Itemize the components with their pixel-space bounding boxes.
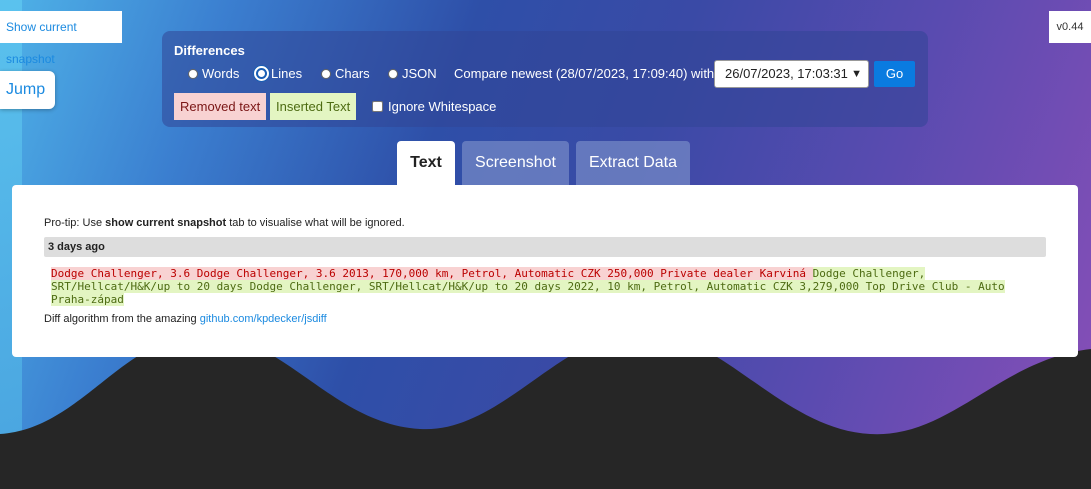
ignore-whitespace-checkbox[interactable] [372, 101, 383, 112]
differences-title: Differences [174, 43, 245, 58]
mode-option-words[interactable]: Words [188, 66, 239, 81]
go-button[interactable]: Go [874, 61, 915, 87]
compare-date-value: 26/07/2023, 17:03:31 [725, 66, 848, 81]
mode-label-words: Words [202, 66, 240, 81]
protip-bold: show current snapshot [105, 217, 227, 229]
mode-option-chars[interactable]: Chars [321, 66, 370, 81]
removed-text-legend: Removed text [174, 93, 267, 120]
protip-prefix: Pro-tip: Use [44, 217, 106, 229]
radio-chars[interactable] [321, 68, 331, 79]
jump-button[interactable]: Jump [0, 71, 55, 109]
credit-prefix: Diff algorithm from the amazing [44, 313, 200, 325]
compare-date-select[interactable]: 26/07/2023, 17:03:31 ▼ [714, 60, 869, 88]
mode-label-lines: Lines [271, 66, 303, 81]
tab-screenshot[interactable]: Screenshot [462, 141, 569, 185]
ignore-whitespace-label: Ignore Whitespace [388, 99, 497, 114]
radio-lines[interactable] [256, 68, 267, 79]
radio-json[interactable] [388, 68, 398, 79]
mode-option-json[interactable]: JSON [388, 66, 437, 81]
removed-diff-text: Dodge Challenger, 3.6 Dodge Challenger, … [51, 267, 813, 280]
mode-label-json: JSON [402, 66, 437, 81]
protip: Pro-tip: Use show current snapshot tab t… [44, 217, 405, 229]
show-current-snapshot-button[interactable]: Show current snapshot [0, 11, 122, 66]
tab-extract-data[interactable]: Extract Data [576, 141, 690, 185]
jsdiff-link[interactable]: github.com/kpdecker/jsdiff [200, 313, 327, 325]
diff-output: Dodge Challenger, 3.6 Dodge Challenger, … [51, 267, 1041, 306]
protip-suffix: tab to visualise what will be ignored. [226, 217, 405, 229]
text-diff-panel: Pro-tip: Use show current snapshot tab t… [12, 185, 1078, 357]
ignore-whitespace-option[interactable]: Ignore Whitespace [372, 99, 496, 114]
tab-text[interactable]: Text [397, 141, 455, 185]
radio-words[interactable] [188, 68, 198, 79]
diff-credit: Diff algorithm from the amazing github.c… [44, 313, 327, 325]
chevron-down-icon: ▼ [851, 68, 862, 80]
version-badge: v0.44 [1049, 11, 1091, 43]
snapshot-age-bar: 3 days ago [44, 237, 1046, 257]
mode-option-lines[interactable]: Lines [256, 66, 302, 81]
differences-panel: Differences Words Lines Chars JSON Compa… [162, 31, 928, 127]
compare-label: Compare newest (28/07/2023, 17:09:40) wi… [454, 66, 715, 81]
inserted-text-legend: Inserted Text [270, 93, 357, 120]
mode-label-chars: Chars [335, 66, 370, 81]
